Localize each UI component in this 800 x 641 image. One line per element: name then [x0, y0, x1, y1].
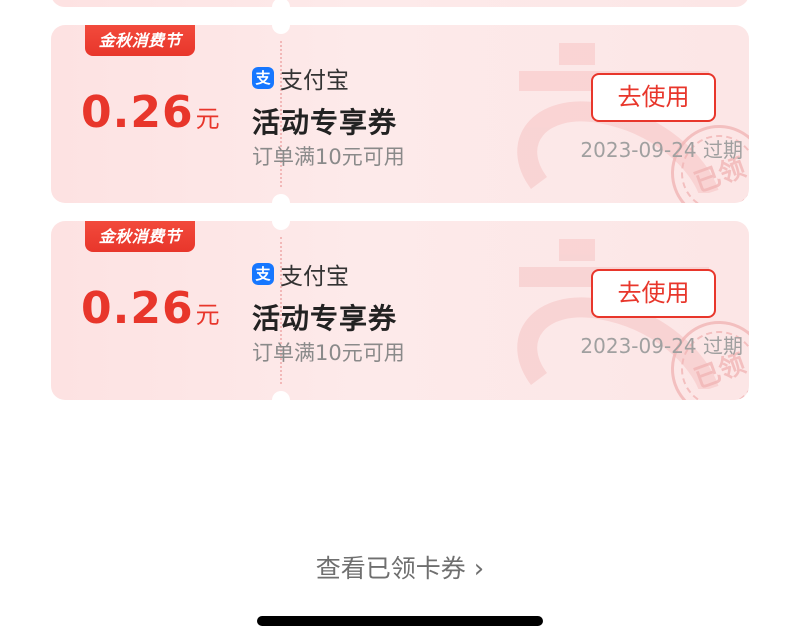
use-coupon-button[interactable]: 去使用 [591, 269, 716, 318]
festival-badge: 金秋消费节 [85, 221, 195, 252]
coupon-notch [272, 0, 290, 7]
coupon-notch [272, 194, 290, 203]
alipay-icon: 支 [252, 67, 274, 89]
coupon-card: 已领 金秋消费节 0.26元 支 支付宝 活动专享券 订单满10元可用 去使用 … [51, 25, 749, 203]
alipay-icon: 支 [252, 263, 274, 285]
coupon-notch [272, 391, 290, 400]
coupon-card-partial [51, 0, 749, 7]
coupon-condition: 订单满10元可用 [252, 145, 405, 169]
coupon-title: 活动专享券 [252, 302, 398, 335]
amount-value: 0.26 [81, 87, 194, 138]
view-link-label: 查看已领卡券 [315, 554, 466, 583]
coupon-list-page: 已领 金秋消费节 0.26元 支 支付宝 活动专享券 订单满10元可用 去使用 … [0, 0, 800, 641]
coupon-expiry: 2023-09-24 过期 [580, 138, 743, 162]
amount-unit: 元 [195, 301, 220, 329]
coupon-brand: 支 支付宝 [252, 257, 349, 291]
brand-name: 支付宝 [280, 68, 349, 94]
home-indicator[interactable] [257, 616, 543, 626]
use-coupon-button[interactable]: 去使用 [591, 73, 716, 122]
coupon-title: 活动专享券 [252, 106, 398, 139]
coupon-notch [272, 221, 290, 230]
festival-badge: 金秋消费节 [85, 25, 195, 56]
coupon-amount: 0.26元 [81, 87, 220, 138]
coupon-expiry: 2023-09-24 过期 [580, 334, 743, 358]
chevron-right-icon: › [473, 554, 485, 584]
amount-unit: 元 [195, 105, 220, 133]
view-claimed-coupons-link[interactable]: 查看已领卡券 › [0, 549, 800, 585]
coupon-amount: 0.26元 [81, 283, 220, 334]
coupon-condition: 订单满10元可用 [252, 341, 405, 365]
coupon-notch [272, 25, 290, 34]
brand-name: 支付宝 [280, 264, 349, 290]
amount-value: 0.26 [81, 283, 194, 334]
coupon-card: 已领 金秋消费节 0.26元 支 支付宝 活动专享券 订单满10元可用 去使用 … [51, 221, 749, 400]
coupon-brand: 支 支付宝 [252, 61, 349, 95]
